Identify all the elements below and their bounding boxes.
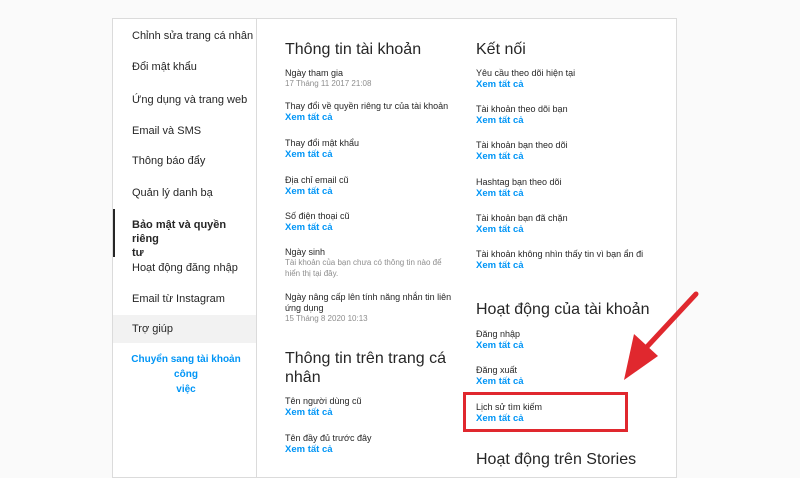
settings-sidebar: Chỉnh sửa trang cá nhân Đổi mật khẩu Ứng… (113, 19, 257, 477)
hashtags-following-label: Hashtag bạn theo dõi (476, 177, 562, 187)
privacy-changes-see-all-link[interactable]: Xem tất cả (285, 112, 333, 124)
privacy-changes-label: Thay đổi về quyền riêng tư của tài khoản (285, 101, 449, 111)
followers-label: Tài khoản theo dõi bạn (476, 104, 568, 114)
former-usernames-see-all-link[interactable]: Xem tất cả (285, 407, 333, 419)
account-info-title: Thông tin tài khoản (285, 41, 422, 58)
password-changes-label: Thay đổi mật khẩu (285, 138, 360, 148)
profile-info-title: Thông tin trên trang cá (285, 350, 446, 367)
sidebar-item-change-password[interactable]: Đổi mật khẩu (113, 60, 256, 74)
former-phone-label: Số điện thoại cũ (285, 211, 350, 221)
former-fullnames-see-all-link[interactable]: Xem tất cả (285, 444, 333, 456)
messaging-upgrade-value: 15 Tháng 8 2020 10:13 (285, 314, 368, 323)
annotation-arrow-icon (624, 291, 699, 380)
birthday-note: hiển thị tại đây. (285, 269, 339, 278)
stories-activity-title: Hoạt động trên Stories (476, 451, 637, 468)
logins-label: Đăng nhập (476, 329, 521, 339)
current-follow-requests-label: Yêu cầu theo dõi hiện tại (476, 68, 576, 78)
sidebar-item-push-notifications[interactable]: Thông báo đẩy (113, 154, 256, 168)
following-label: Tài khoản bạn theo dõi (476, 140, 568, 150)
blocked-accounts-see-all-link[interactable]: Xem tất cả (476, 224, 524, 236)
sidebar-item-label: Bảo mật và quyền riêng (132, 219, 227, 245)
hidden-story-accounts-see-all-link[interactable]: Xem tất cả (476, 260, 524, 272)
switch-link-line: việc (176, 384, 196, 395)
search-history-highlight-box (463, 392, 628, 432)
followers-see-all-link[interactable]: Xem tất cả (476, 115, 524, 127)
current-follow-requests-see-all-link[interactable]: Xem tất cả (476, 79, 524, 91)
logouts-see-all-link[interactable]: Xem tất cả (476, 376, 524, 388)
former-fullnames-label: Tên đầy đủ trước đây (285, 433, 372, 443)
sidebar-item-login-activity[interactable]: Hoạt động đăng nhập (113, 261, 256, 275)
sidebar-item-label: tư (132, 247, 144, 259)
switch-to-professional-link[interactable]: Chuyển sang tài khoản công việc (127, 352, 245, 397)
sidebar-item-help[interactable]: Trợ giúp (113, 315, 256, 343)
password-changes-see-all-link[interactable]: Xem tất cả (285, 149, 333, 161)
following-see-all-link[interactable]: Xem tất cả (476, 151, 524, 163)
sidebar-item-privacy-security[interactable]: Bảo mật và quyền riêng tư (113, 209, 256, 259)
sidebar-item-email-sms[interactable]: Email và SMS (113, 124, 256, 138)
former-email-see-all-link[interactable]: Xem tất cả (285, 186, 333, 198)
switch-link-line: Chuyển sang tài khoản công (131, 354, 241, 380)
blocked-accounts-label: Tài khoản bạn đã chặn (476, 213, 568, 223)
sidebar-item-apps-websites[interactable]: Ứng dụng và trang web (113, 93, 256, 107)
sidebar-item-emails-from-instagram[interactable]: Email từ Instagram (113, 292, 256, 306)
profile-info-title: nhân (285, 369, 321, 386)
hashtags-following-see-all-link[interactable]: Xem tất cả (476, 188, 524, 200)
logouts-label: Đăng xuất (476, 365, 518, 375)
former-email-label: Địa chỉ email cũ (285, 175, 349, 185)
hidden-story-accounts-label: Tài khoản không nhìn thấy tin vì bạn ẩn … (476, 249, 644, 259)
sidebar-item-edit-profile[interactable]: Chỉnh sửa trang cá nhân (113, 29, 256, 43)
connections-title: Kết nối (476, 41, 526, 58)
sidebar-item-manage-contacts[interactable]: Quản lý danh bạ (113, 186, 256, 200)
date-joined-value: 17 Tháng 11 2017 21:08 (285, 79, 372, 88)
logins-see-all-link[interactable]: Xem tất cả (476, 340, 524, 352)
former-usernames-label: Tên người dùng cũ (285, 396, 362, 406)
former-phone-see-all-link[interactable]: Xem tất cả (285, 222, 333, 234)
birthday-note: Tài khoản của bạn chưa có thông tin nào … (285, 258, 442, 267)
